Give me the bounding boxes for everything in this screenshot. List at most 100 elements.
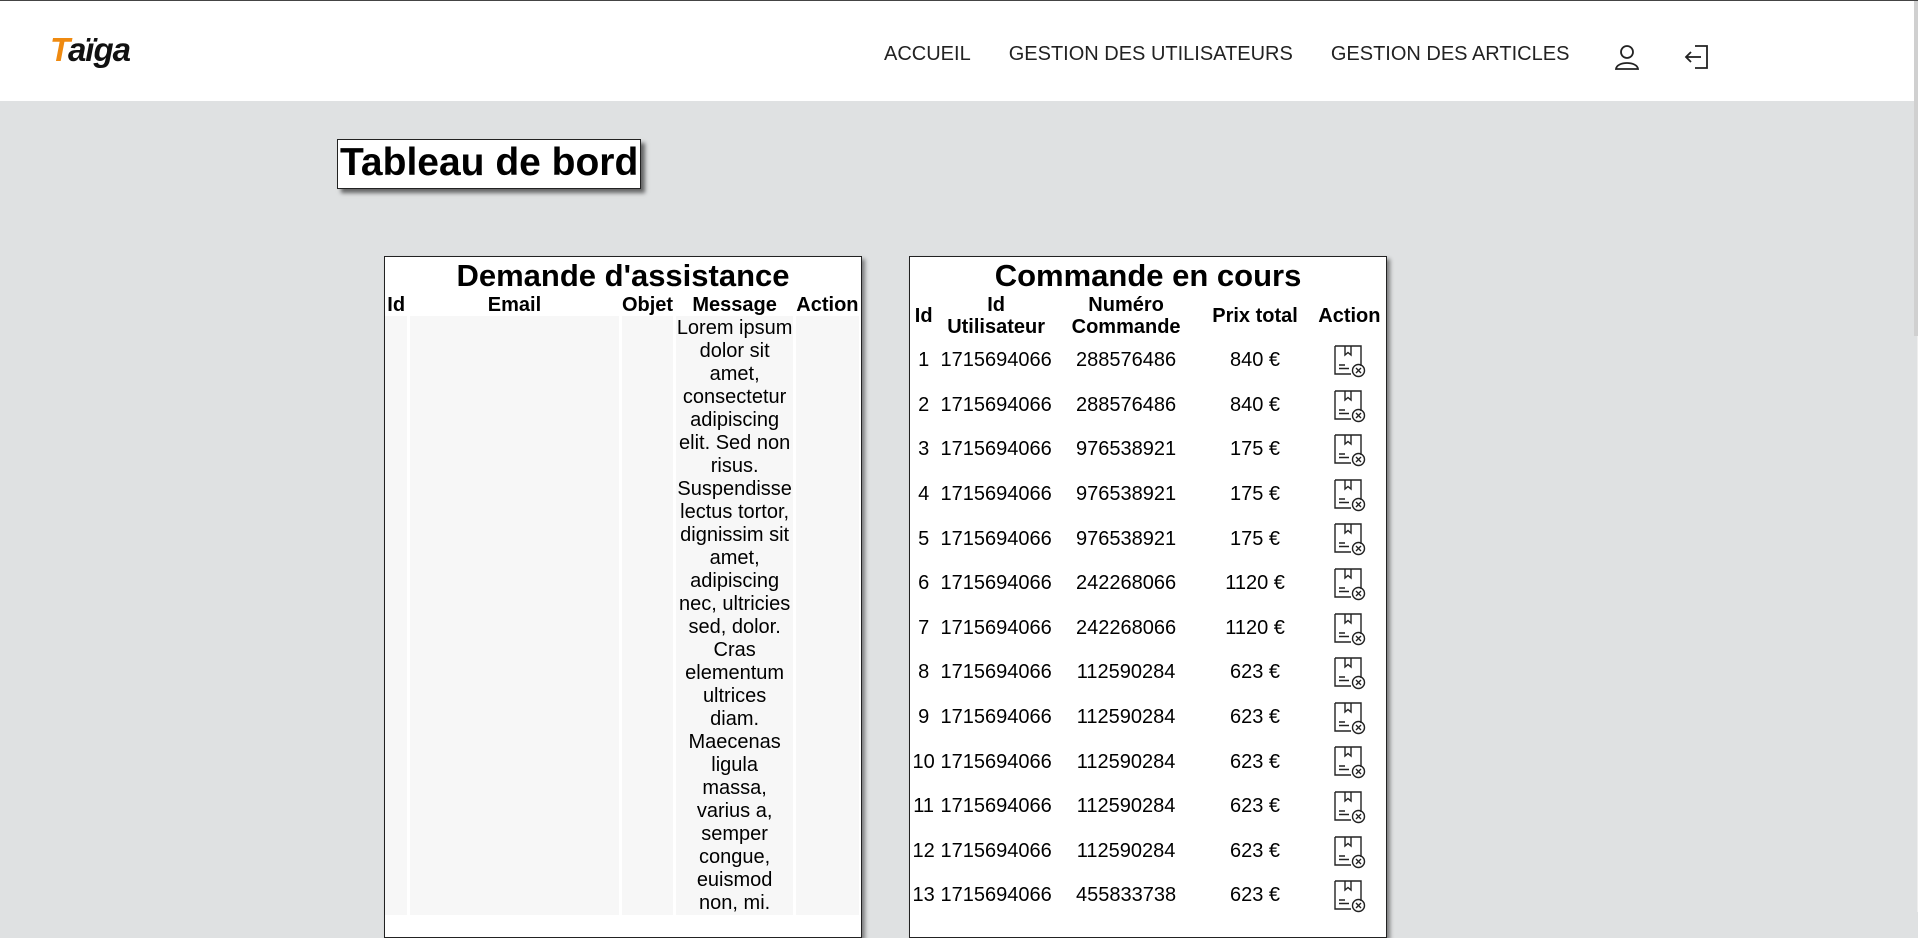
order-user: 1715694066 [940, 706, 1052, 729]
order-user: 1715694066 [940, 393, 1052, 416]
cancel-order-icon[interactable] [1331, 791, 1367, 824]
order-user: 1715694066 [940, 438, 1052, 461]
order-number: 976538921 [1076, 438, 1177, 461]
col-id: Id [914, 305, 933, 327]
assistance-email [410, 316, 619, 915]
table-row: 10 1715694066 112590284 623 € [912, 739, 1384, 784]
order-action [1315, 427, 1384, 472]
cancel-order-icon[interactable] [1331, 657, 1367, 690]
order-user: 1715694066 [940, 349, 1052, 372]
nav-gestion-articles[interactable]: GESTION DES ARTICLES [1331, 43, 1570, 66]
order-user: 1715694066 [940, 795, 1052, 818]
order-action [1315, 650, 1384, 695]
order-user: 1715694066 [940, 616, 1052, 639]
order-total: 840 € [1230, 349, 1281, 372]
col-action: Action [796, 294, 859, 316]
cancel-order-icon[interactable] [1331, 434, 1367, 467]
order-action [1315, 873, 1384, 918]
cancel-order-icon[interactable] [1331, 479, 1367, 511]
order-id: 4 [918, 483, 930, 506]
order-action [1315, 516, 1384, 561]
order-user: 1715694066 [940, 884, 1052, 907]
table-row: 9 1715694066 112590284 623 € [912, 695, 1384, 740]
cancel-order-icon[interactable] [1331, 389, 1367, 422]
cancel-order-icon[interactable] [1331, 345, 1367, 378]
order-id: 9 [918, 706, 930, 729]
order-user: 1715694066 [940, 839, 1052, 862]
col-id-utilisateur: Id Utilisateur [947, 294, 1045, 338]
table-row: 12 1715694066 112590284 623 € [912, 829, 1384, 874]
cancel-order-icon[interactable] [1331, 835, 1367, 868]
order-number: 112590284 [1076, 750, 1176, 773]
assistance-id [385, 316, 408, 915]
cancel-order-icon[interactable] [1331, 746, 1367, 779]
order-id: 8 [918, 661, 930, 684]
order-id: 6 [918, 572, 930, 595]
table-row: 2 1715694066 288576486 840 € [912, 383, 1384, 428]
cancel-order-icon[interactable] [1331, 702, 1367, 734]
table-row: 5 1715694066 976538921 175 € [912, 516, 1384, 561]
order-id: 12 [912, 839, 935, 862]
order-total: 175 € [1230, 527, 1281, 550]
order-number: 112590284 [1076, 706, 1176, 729]
order-number: 112590284 [1076, 795, 1176, 818]
table-row: 13 1715694066 455833738 623 € [912, 873, 1384, 918]
col-prix-total: Prix total [1212, 305, 1298, 327]
cancel-order-icon[interactable] [1331, 568, 1367, 601]
page-title: Tableau de bord [337, 139, 642, 189]
user-icon[interactable] [1612, 42, 1642, 72]
table-row: Lorem ipsum dolor sit amet, consectetur … [385, 316, 859, 915]
order-action [1315, 784, 1384, 829]
order-total: 840 € [1230, 393, 1281, 416]
assistance-action [795, 316, 859, 915]
nav-accueil[interactable]: ACCUEIL [884, 43, 971, 66]
taiga-logo[interactable]: Taïga [50, 31, 131, 69]
order-user: 1715694066 [940, 572, 1052, 595]
table-row: 8 1715694066 112590284 623 € [912, 650, 1384, 695]
order-number: 455833738 [1076, 884, 1177, 907]
order-id: 13 [912, 884, 935, 907]
col-id: Id [387, 294, 406, 316]
order-action [1315, 695, 1384, 740]
order-id: 10 [912, 750, 935, 773]
order-action [1315, 561, 1384, 606]
order-action [1315, 829, 1384, 874]
order-id: 7 [918, 616, 930, 639]
table-row: 7 1715694066 242268066 1120 € [912, 606, 1384, 651]
order-total: 1120 € [1225, 616, 1285, 639]
page-scrollbar-thumb[interactable] [1914, 1, 1918, 336]
main-nav: ACCUEIL GESTION DES UTILISATEURS GESTION… [884, 43, 1607, 66]
order-user: 1715694066 [940, 483, 1052, 506]
order-user: 1715694066 [940, 527, 1052, 550]
order-id: 1 [918, 349, 930, 372]
order-number: 242268066 [1076, 572, 1177, 595]
order-user: 1715694066 [940, 661, 1052, 684]
assistance-message: Lorem ipsum dolor sit amet, consectetur … [676, 316, 793, 915]
order-number: 976538921 [1076, 527, 1177, 550]
cancel-order-icon[interactable] [1331, 880, 1367, 913]
table-row: 4 1715694066 976538921 175 € [912, 472, 1384, 517]
nav-gestion-utilisateurs[interactable]: GESTION DES UTILISATEURS [1009, 43, 1293, 66]
order-total: 623 € [1230, 661, 1281, 684]
cancel-order-icon[interactable] [1331, 523, 1367, 556]
order-action [1315, 472, 1384, 517]
order-number: 112590284 [1076, 839, 1176, 862]
cancel-order-icon[interactable] [1331, 612, 1367, 645]
col-objet: Objet [621, 294, 674, 316]
col-numero-commande: Numéro Commande [1071, 294, 1181, 338]
order-id: 5 [918, 527, 930, 550]
col-message: Message [692, 294, 777, 316]
order-number: 242268066 [1076, 616, 1177, 639]
order-action [1315, 383, 1384, 428]
table-row: 6 1715694066 242268066 1120 € [912, 561, 1384, 606]
logout-icon[interactable] [1682, 42, 1712, 72]
order-id: 3 [918, 438, 930, 461]
order-total: 175 € [1230, 483, 1281, 506]
assistance-table: Id Email Objet Message Action Lorem ipsu… [385, 294, 861, 915]
order-total: 623 € [1230, 706, 1281, 729]
order-user: 1715694066 [940, 750, 1052, 773]
assistance-objet [621, 316, 674, 915]
order-total: 623 € [1230, 750, 1281, 773]
order-total: 1120 € [1225, 572, 1285, 595]
orders-title: Commande en cours [994, 258, 1302, 293]
